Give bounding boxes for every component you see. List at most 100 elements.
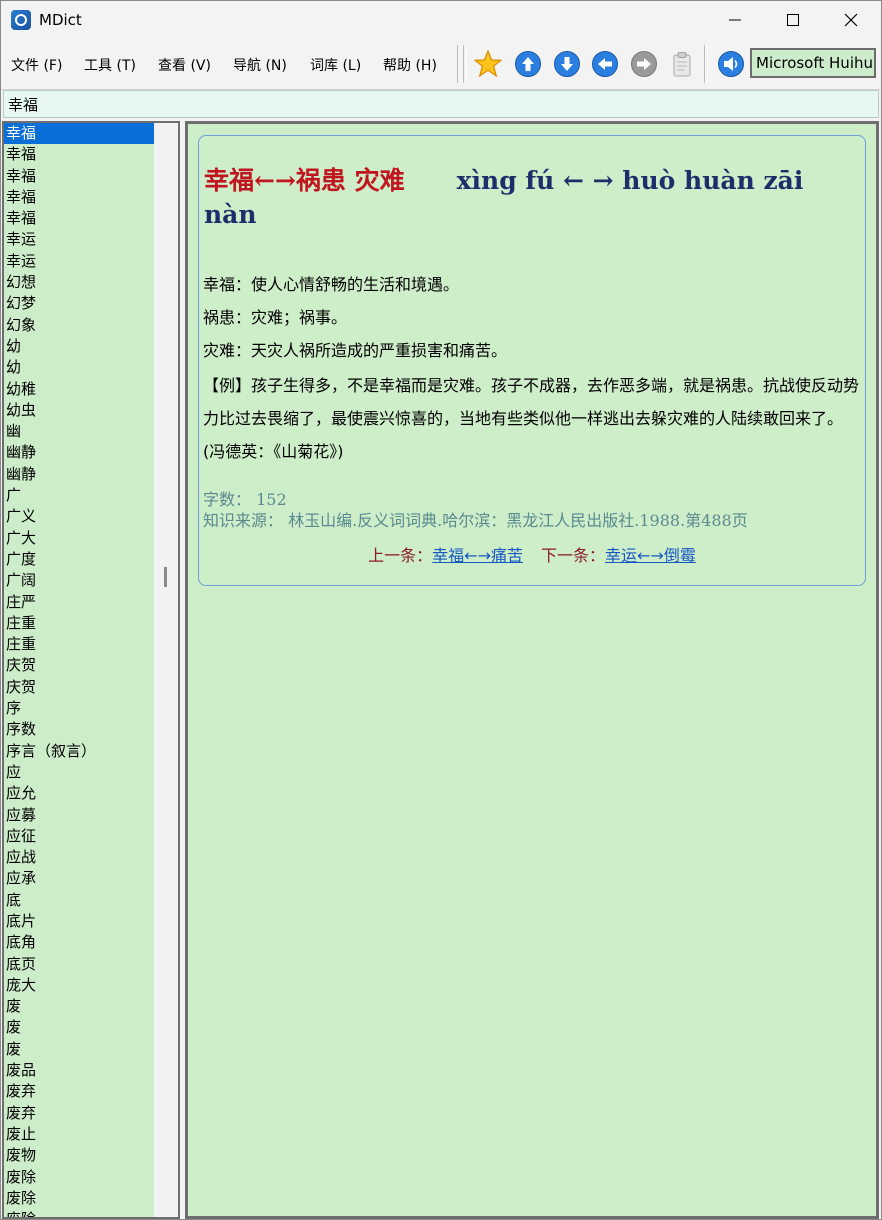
menu-navigate[interactable]: 导航 (N) — [233, 55, 287, 75]
word-list-item[interactable]: 幻象 — [4, 315, 154, 336]
favorite-button[interactable] — [473, 49, 503, 78]
scroll-thumb[interactable] — [164, 567, 167, 587]
menu-file[interactable]: 文件 (F) — [11, 55, 62, 75]
word-list-item[interactable]: 废弃 — [4, 1103, 154, 1124]
minimize-icon — [729, 19, 741, 21]
maximize-icon — [787, 14, 799, 26]
word-list-item[interactable]: 废物 — [4, 1145, 154, 1166]
menu-toolbar: 文件 (F) 工具 (T) 查看 (V) 导航 (N) 词库 (L) 帮助 (H… — [1, 39, 881, 90]
word-list-item[interactable]: 幼 — [4, 336, 154, 357]
prev-label: 上一条： — [368, 546, 433, 565]
word-list-item[interactable]: 广度 — [4, 549, 154, 570]
word-list-item[interactable]: 序 — [4, 698, 154, 719]
entry-meta: 字数： 152 知识来源： 林玉山编.反义词词典.哈尔滨：黑龙江人民出版社.19… — [203, 489, 863, 531]
word-list-item[interactable]: 广义 — [4, 506, 154, 527]
next-entry-button[interactable] — [553, 50, 581, 78]
word-list-item[interactable]: 底角 — [4, 932, 154, 953]
word-list-item[interactable]: 应承 — [4, 868, 154, 889]
entry-headword: 幸福←→祸患 灾难 xìng fú ← → huò huàn zāi nàn — [204, 164, 854, 232]
entry-card: 幸福←→祸患 灾难 xìng fú ← → huò huàn zāi nàn 幸福… — [198, 135, 866, 586]
word-list-item[interactable]: 废 — [4, 996, 154, 1017]
search-bar — [3, 90, 879, 118]
menu-tools[interactable]: 工具 (T) — [84, 55, 136, 75]
toolbar-separator — [704, 45, 708, 83]
search-input[interactable] — [4, 91, 878, 117]
word-list-scrollbar[interactable] — [154, 123, 178, 1217]
word-list-item[interactable]: 应 — [4, 762, 154, 783]
word-list-item[interactable]: 庞大 — [4, 975, 154, 996]
word-list-item[interactable]: 幽静 — [4, 464, 154, 485]
word-list-item[interactable]: 幼 — [4, 357, 154, 378]
word-list-item[interactable]: 底页 — [4, 954, 154, 975]
arrow-right-icon — [631, 51, 657, 77]
word-list-item[interactable]: 庆贺 — [4, 677, 154, 698]
word-list-item[interactable]: 幼虫 — [4, 400, 154, 421]
prev-entry-link[interactable]: 幸福←→痛苦 — [432, 546, 523, 565]
definition-line: 灾难：天灾人祸所造成的严重损害和痛苦。 — [203, 341, 508, 360]
title-bar: MDict — [1, 1, 881, 39]
word-list-item[interactable]: 废 — [4, 1039, 154, 1060]
menu-view[interactable]: 查看 (V) — [158, 55, 211, 75]
definition-panel: 幸福←→祸患 灾难 xìng fú ← → huò huàn zāi nàn 幸福… — [185, 121, 879, 1219]
word-list-item[interactable]: 庆贺 — [4, 655, 154, 676]
word-list-item[interactable]: 应募 — [4, 805, 154, 826]
word-list-item[interactable]: 幸福 — [4, 123, 154, 145]
word-list-item[interactable]: 广大 — [4, 528, 154, 549]
word-list-item[interactable]: 幸运 — [4, 229, 154, 250]
word-list-item[interactable]: 庄重 — [4, 634, 154, 655]
next-entry-link[interactable]: 幸运←→倒霉 — [605, 546, 696, 565]
word-list-item[interactable]: 底片 — [4, 911, 154, 932]
word-list-item[interactable]: 幸运 — [4, 251, 154, 272]
speak-button[interactable] — [717, 50, 745, 78]
word-list-item[interactable]: 幸福 — [4, 187, 154, 208]
window-title: MDict — [39, 11, 82, 29]
word-list-item[interactable]: 废 — [4, 1017, 154, 1038]
definition-line: 幸福：使人心情舒畅的生活和境遇。 — [203, 275, 460, 294]
word-list-item[interactable]: 幼稚 — [4, 379, 154, 400]
previous-entry-button[interactable] — [514, 50, 542, 78]
close-icon — [844, 13, 858, 27]
voice-selector[interactable]: Microsoft Huihui — [750, 48, 876, 78]
word-list-item[interactable]: 幽 — [4, 421, 154, 442]
word-list-item[interactable]: 庄严 — [4, 592, 154, 613]
word-list-item[interactable]: 废弃 — [4, 1081, 154, 1102]
word-list-panel: 幸福 幸福 幸福 幸福 幸福 幸运 幸运 幻想 幻梦 幻象幼幼幼稚 幼虫幽幽静 幽静广广义 广大 广度 广阔… — [2, 121, 180, 1219]
word-list-item[interactable]: 庄重 — [4, 613, 154, 634]
word-list-item[interactable]: 废品 — [4, 1060, 154, 1081]
word-list-item[interactable]: 幸福 — [4, 208, 154, 229]
source-citation: 知识来源： 林玉山编.反义词词典.哈尔滨：黑龙江人民出版社.1988.第488页 — [203, 511, 748, 530]
maximize-button[interactable] — [764, 1, 822, 39]
word-list-item[interactable]: 序言（叙言） — [4, 741, 154, 762]
example-text: 【例】孩子生得多，不是幸福而是灾难。孩子不成器，去作恶多端，就是祸患。抗战使反动… — [203, 376, 860, 461]
arrow-up-icon — [515, 51, 541, 77]
back-button[interactable] — [591, 50, 619, 78]
star-icon — [473, 49, 503, 78]
word-list-item[interactable]: 废除 — [4, 1209, 154, 1217]
minimize-button[interactable] — [706, 1, 764, 39]
word-list-item[interactable]: 应征 — [4, 826, 154, 847]
close-button[interactable] — [822, 1, 880, 39]
word-list: 幸福 幸福 幸福 幸福 幸福 幸运 幸运 幻想 幻梦 幻象幼幼幼稚 幼虫幽幽静 幽静广广义 广大 广度 广阔… — [4, 123, 154, 1217]
word-list-item[interactable]: 应战 — [4, 847, 154, 868]
menu-help[interactable]: 帮助 (H) — [383, 55, 437, 75]
word-list-item[interactable]: 废除 — [4, 1167, 154, 1188]
word-list-item[interactable]: 幻想 — [4, 272, 154, 293]
word-list-item[interactable]: 幸福 — [4, 144, 154, 165]
speaker-icon — [718, 51, 744, 77]
word-list-item[interactable]: 应允 — [4, 783, 154, 804]
forward-button[interactable] — [630, 50, 658, 78]
word-list-item[interactable]: 废除 — [4, 1188, 154, 1209]
paste-button[interactable] — [668, 50, 696, 78]
next-label: 下一条： — [541, 546, 606, 565]
definition-list: 幸福：使人心情舒畅的生活和境遇。 祸患：灾难；祸事。 灾难：天灾人祸所造成的严重… — [203, 268, 863, 367]
word-list-item[interactable]: 幻梦 — [4, 293, 154, 314]
word-list-item[interactable]: 底 — [4, 890, 154, 911]
word-list-item[interactable]: 幽静 — [4, 442, 154, 463]
word-list-item[interactable]: 废止 — [4, 1124, 154, 1145]
word-list-item[interactable]: 广 — [4, 485, 154, 506]
word-list-item[interactable]: 幸福 — [4, 166, 154, 187]
word-list-item[interactable]: 广阔 — [4, 570, 154, 591]
menu-library[interactable]: 词库 (L) — [310, 55, 361, 75]
word-list-item[interactable]: 序数 — [4, 719, 154, 740]
arrow-left-icon — [592, 51, 618, 77]
